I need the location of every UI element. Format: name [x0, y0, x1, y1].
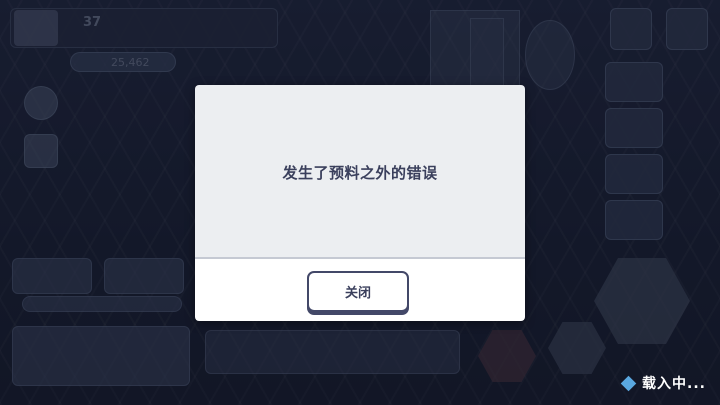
close-button[interactable]: 关闭	[307, 271, 409, 312]
loading-indicator: 载入中...	[620, 373, 706, 393]
dialog-footer: 关闭	[195, 259, 525, 321]
loading-text: 载入中...	[642, 376, 706, 392]
diamond-icon	[620, 375, 637, 391]
error-message: 发生了预料之外的错误	[282, 164, 438, 182]
error-dialog: 发生了预料之外的错误 关闭	[195, 85, 525, 321]
dialog-body: 发生了预料之外的错误	[195, 85, 525, 257]
